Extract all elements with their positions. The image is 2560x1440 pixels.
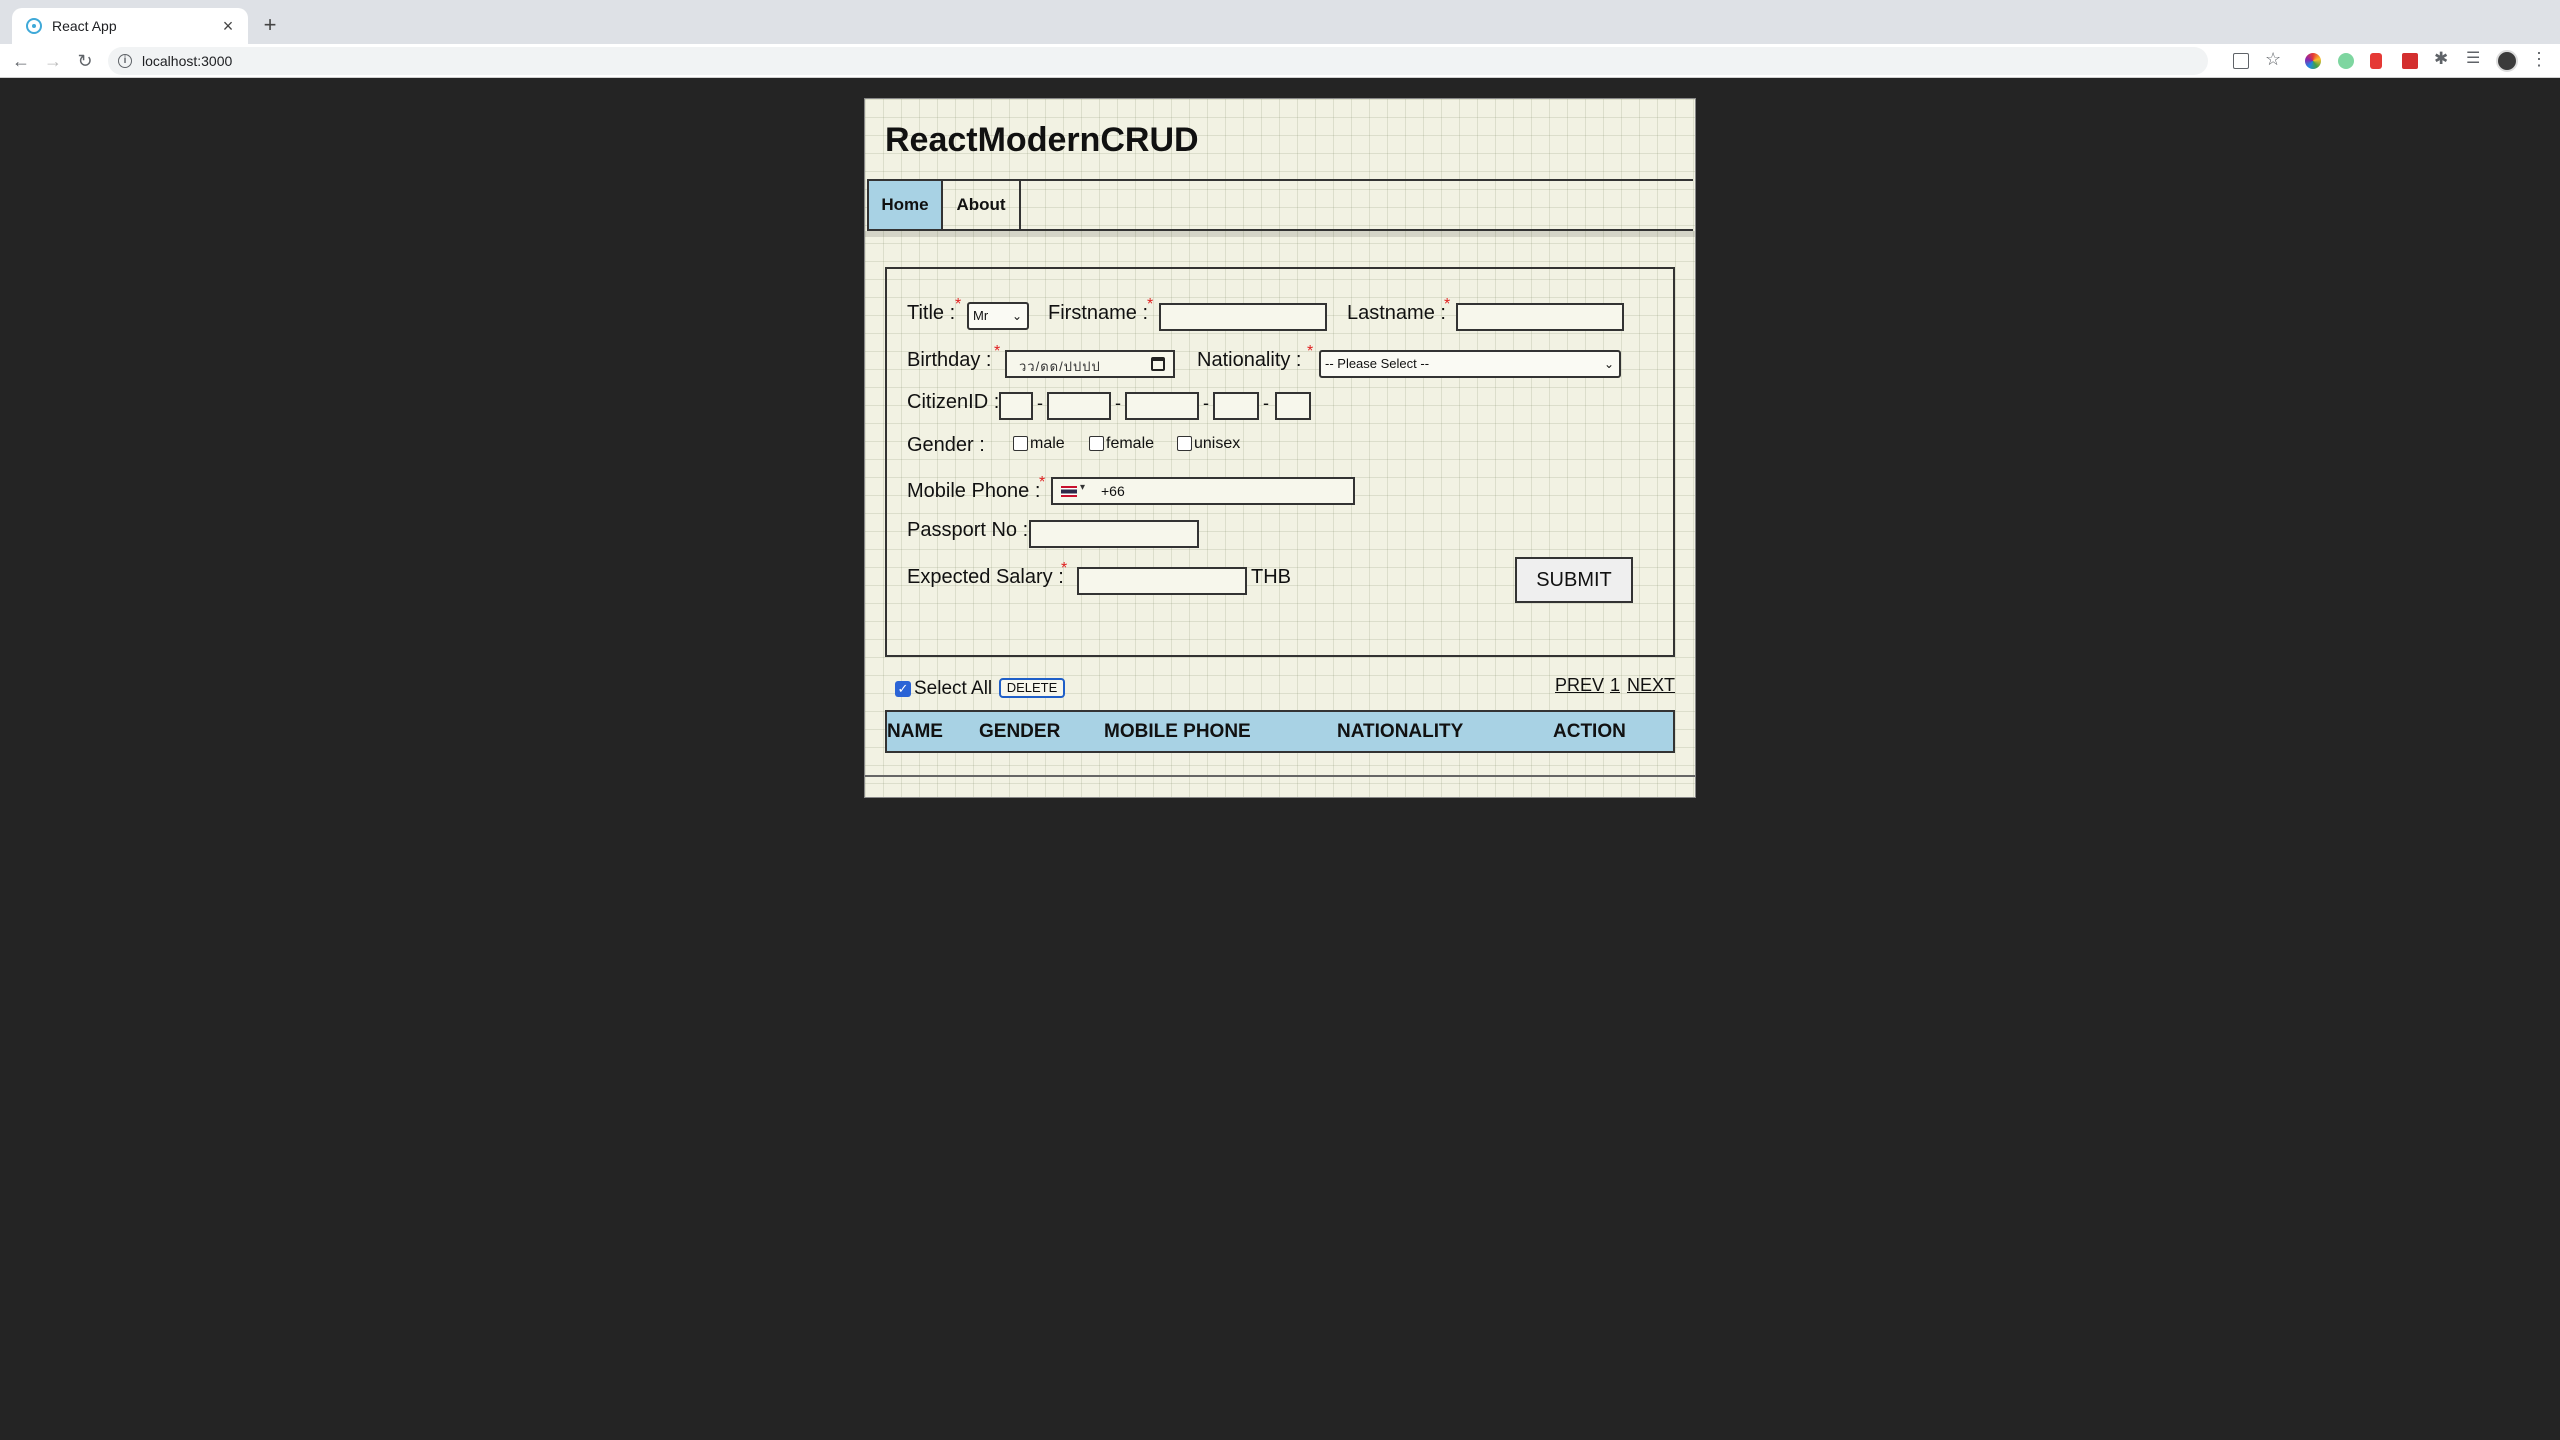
- column-nationality[interactable]: NATIONALITY: [1337, 721, 1463, 743]
- column-gender[interactable]: GENDER: [979, 721, 1060, 743]
- nav-about[interactable]: About: [943, 181, 1021, 229]
- site-info-icon[interactable]: i: [118, 54, 132, 68]
- gender-unisex-checkbox[interactable]: [1177, 436, 1192, 451]
- title-select[interactable]: Mr ⌄: [967, 302, 1029, 330]
- address-bar[interactable]: i localhost:3000: [108, 47, 2208, 75]
- browser-menu-icon[interactable]: ⋮: [2530, 49, 2548, 69]
- birthday-input[interactable]: วว/ดด/ปปปป: [1005, 350, 1175, 378]
- select-all-label: Select All: [914, 678, 993, 699]
- citizenid-separator: -: [1203, 393, 1209, 413]
- gender-male-checkbox[interactable]: [1013, 436, 1028, 451]
- citizenid-part-3[interactable]: [1125, 392, 1199, 420]
- mobile-country-code: +66: [1101, 483, 1125, 499]
- profile-avatar[interactable]: [2496, 50, 2518, 72]
- thailand-flag-icon[interactable]: [1061, 486, 1077, 497]
- page-number-link[interactable]: 1: [1610, 675, 1620, 696]
- chevron-down-icon: ⌄: [1011, 309, 1022, 323]
- browser-toolbar: ← → ↻ i localhost:3000 ☆ ✱ ☰ ⋮: [0, 44, 2560, 78]
- column-action[interactable]: ACTION: [1553, 721, 1626, 743]
- mobile-required-mark: *: [1039, 474, 1046, 491]
- citizenid-label: CitizenID :: [907, 391, 1000, 413]
- next-page-link[interactable]: NEXT: [1627, 675, 1675, 696]
- submit-button[interactable]: SUBMIT: [1515, 557, 1633, 603]
- column-name[interactable]: NAME: [887, 721, 943, 743]
- table-header: NAME GENDER MOBILE PHONE NATIONALITY ACT…: [885, 710, 1675, 753]
- nav-divider: [865, 231, 1695, 237]
- main-nav: Home About: [867, 179, 1693, 231]
- nationality-required-mark: *: [1307, 343, 1314, 360]
- passport-input[interactable]: [1029, 520, 1199, 548]
- leaf-extension-icon[interactable]: [2338, 53, 2354, 69]
- forward-button[interactable]: →: [40, 48, 66, 74]
- lock-extension-icon[interactable]: [2370, 53, 2382, 69]
- lastname-label: Lastname :: [1347, 302, 1446, 324]
- reading-list-icon[interactable]: ☰: [2466, 49, 2486, 69]
- tab-close-icon[interactable]: ×: [216, 14, 240, 38]
- nationality-label: Nationality :: [1197, 349, 1302, 371]
- lastname-input[interactable]: [1456, 303, 1624, 331]
- column-mobile-phone[interactable]: MOBILE PHONE: [1104, 721, 1251, 743]
- translate-icon[interactable]: [2233, 53, 2249, 69]
- gender-female-label: female: [1106, 435, 1155, 452]
- citizenid-separator: -: [1037, 393, 1043, 413]
- citizenid-part-1[interactable]: [999, 392, 1033, 420]
- birthday-required-mark: *: [994, 343, 1001, 360]
- title-label: Title :: [907, 302, 956, 324]
- url-text: localhost:3000: [142, 53, 233, 69]
- gender-unisex-label: unisex: [1194, 435, 1241, 452]
- citizenid-separator: -: [1115, 393, 1121, 413]
- prev-page-link[interactable]: PREV: [1555, 675, 1604, 696]
- calendar-icon[interactable]: [1151, 357, 1165, 371]
- citizenid-separator: -: [1263, 393, 1269, 413]
- passport-label: Passport No :: [907, 519, 1029, 541]
- bookmark-star-icon[interactable]: ☆: [2265, 49, 2285, 69]
- citizenid-part-5[interactable]: [1275, 392, 1311, 420]
- salary-required-mark: *: [1061, 560, 1068, 577]
- mobile-phone-input[interactable]: ▾ +66: [1051, 477, 1355, 505]
- footer-divider: [865, 775, 1695, 777]
- mobile-label: Mobile Phone :: [907, 480, 1041, 502]
- color-extension-icon[interactable]: [2305, 53, 2321, 69]
- browser-tabstrip: React App × +: [0, 0, 2560, 44]
- extensions-puzzle-icon[interactable]: ✱: [2434, 49, 2454, 69]
- new-tab-button[interactable]: +: [256, 12, 284, 40]
- salary-label: Expected Salary :: [907, 566, 1064, 588]
- browser-tab[interactable]: React App ×: [12, 8, 248, 44]
- employee-form: Title : * Mr ⌄ Firstname : * Lastname : …: [885, 267, 1675, 657]
- pdf-extension-icon[interactable]: [2402, 53, 2418, 69]
- nav-home[interactable]: Home: [867, 181, 943, 229]
- select-all-checkbox[interactable]: ✓: [895, 681, 911, 697]
- firstname-required-mark: *: [1147, 296, 1154, 313]
- app-brand: ReactModernCRUD: [885, 121, 1199, 159]
- salary-currency: THB: [1251, 566, 1291, 588]
- nationality-select-value: -- Please Select --: [1325, 356, 1430, 371]
- title-required-mark: *: [955, 296, 962, 313]
- back-button[interactable]: ←: [8, 48, 34, 74]
- delete-button[interactable]: DELETE: [999, 678, 1065, 698]
- gender-male-label: male: [1030, 435, 1065, 452]
- citizenid-part-2[interactable]: [1047, 392, 1111, 420]
- citizenid-part-4[interactable]: [1213, 392, 1259, 420]
- firstname-input[interactable]: [1159, 303, 1327, 331]
- gender-female-checkbox[interactable]: [1089, 436, 1104, 451]
- firstname-label: Firstname :: [1048, 302, 1149, 324]
- birthday-label: Birthday :: [907, 349, 992, 371]
- birthday-placeholder: วว/ดด/ปปปป: [1019, 359, 1101, 374]
- caret-down-icon[interactable]: ▾: [1080, 482, 1085, 493]
- nationality-select[interactable]: -- Please Select -- ⌄: [1319, 350, 1621, 378]
- react-favicon-icon: [26, 18, 42, 34]
- lastname-required-mark: *: [1444, 296, 1451, 313]
- app-card: ReactModernCRUD Home About Title : * Mr …: [864, 98, 1696, 798]
- chevron-down-icon: ⌄: [1603, 357, 1614, 371]
- salary-input[interactable]: [1077, 567, 1247, 595]
- reload-button[interactable]: ↻: [72, 48, 98, 74]
- tab-title: React App: [52, 18, 117, 34]
- title-select-value: Mr: [973, 308, 989, 323]
- gender-label: Gender :: [907, 434, 985, 456]
